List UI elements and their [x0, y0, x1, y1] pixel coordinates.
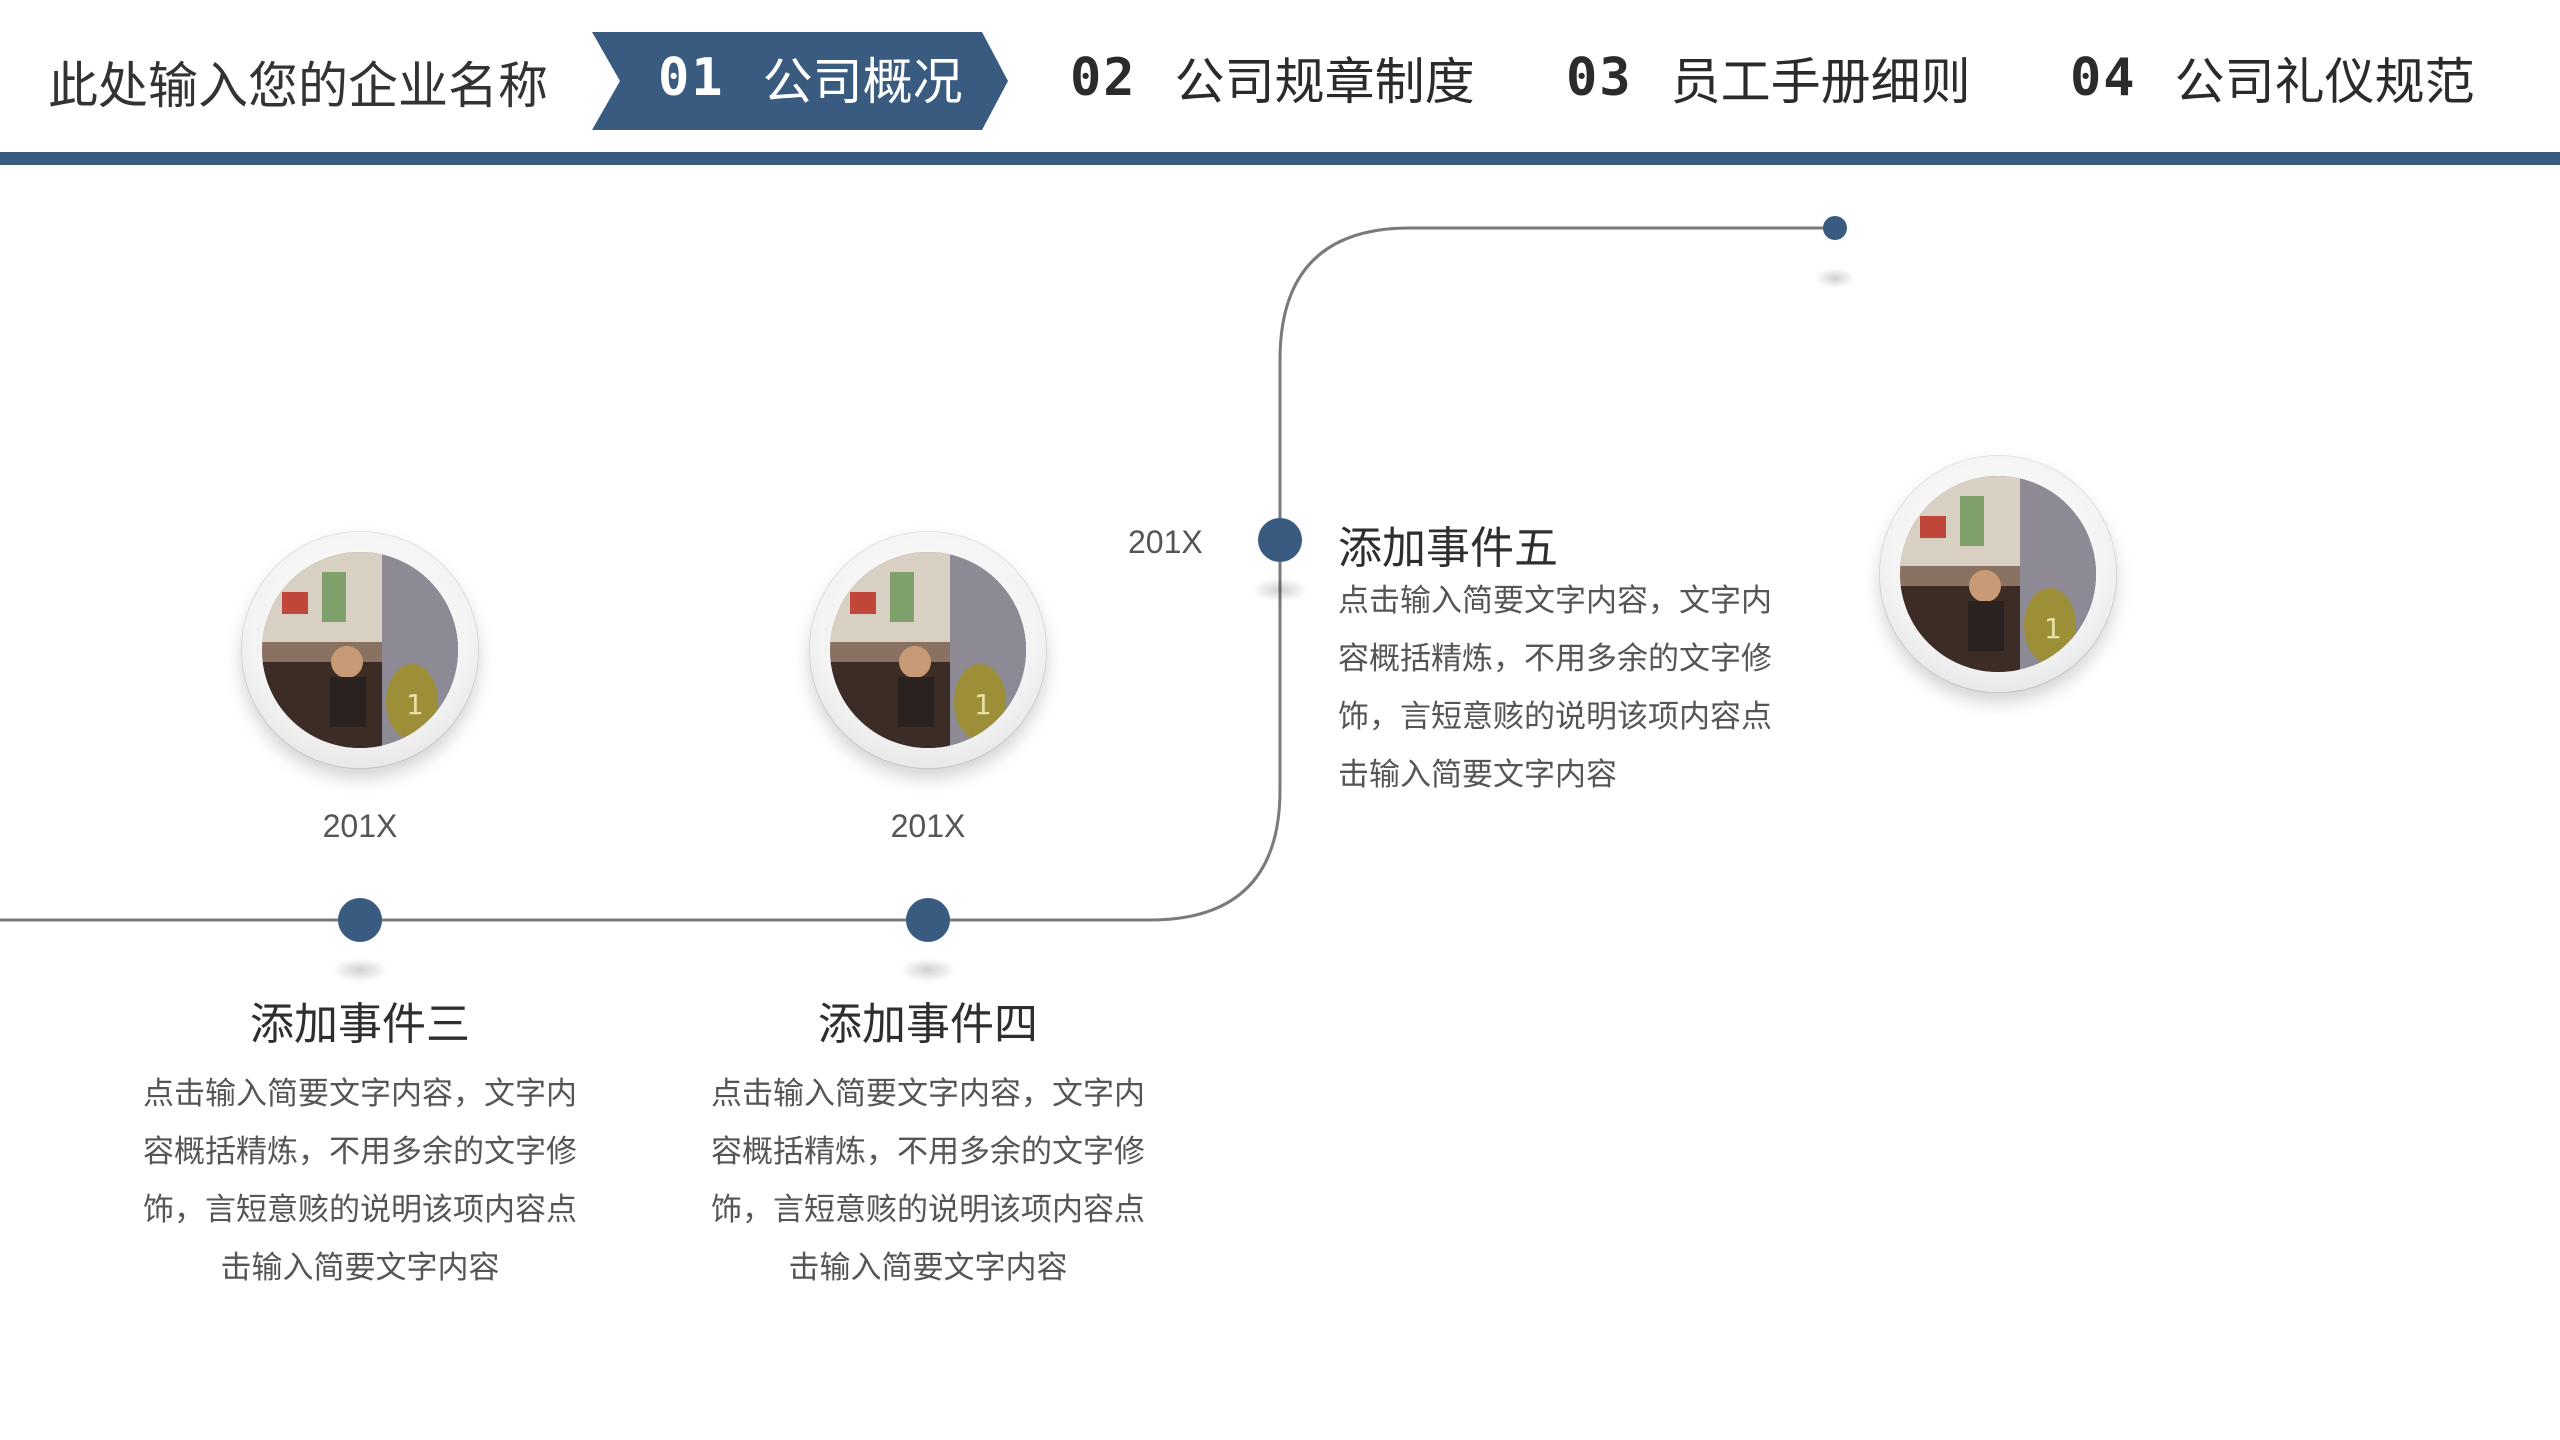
dot-shadow [1815, 268, 1855, 288]
event-photo-3: 1 [242, 532, 478, 768]
dot-shadow [1252, 578, 1308, 602]
event-photo-5: 1 [1880, 456, 2116, 692]
timeline-dot-4 [906, 898, 950, 942]
svg-text:1: 1 [2044, 612, 2062, 645]
event-year-4: 201X [890, 808, 966, 844]
timeline-end-dot [1823, 216, 1847, 240]
event-title-3: 添加事件三 [250, 999, 470, 1050]
office-photo-icon: 1 [830, 552, 1026, 748]
event-desc-3: 点击输入简要文字内容，文字内容概括精炼，不用多余的文字修饰，言短意赅的说明该项内… [143, 1076, 577, 1286]
svg-text:1: 1 [974, 688, 992, 721]
timeline-dot-5 [1258, 518, 1302, 562]
dot-shadow [900, 958, 956, 982]
event-title-5: 添加事件五 [1338, 523, 1558, 574]
event-desc-4: 点击输入简要文字内容，文字内容概括精炼，不用多余的文字修饰，言短意赅的说明该项内… [711, 1076, 1145, 1286]
event-year-3: 201X [322, 808, 398, 844]
event-photo-4: 1 [810, 532, 1046, 768]
svg-text:1: 1 [406, 688, 424, 721]
dot-shadow [332, 958, 388, 982]
event-year-5: 201X [1128, 524, 1203, 560]
office-photo-icon: 1 [1900, 476, 2096, 672]
timeline-dot-3 [338, 898, 382, 942]
event-desc-5: 点击输入简要文字内容，文字内容概括精炼，不用多余的文字修饰，言短意赅的说明该项内… [1338, 583, 1772, 793]
office-photo-icon: 1 [262, 552, 458, 748]
event-title-4: 添加事件四 [818, 999, 1038, 1050]
